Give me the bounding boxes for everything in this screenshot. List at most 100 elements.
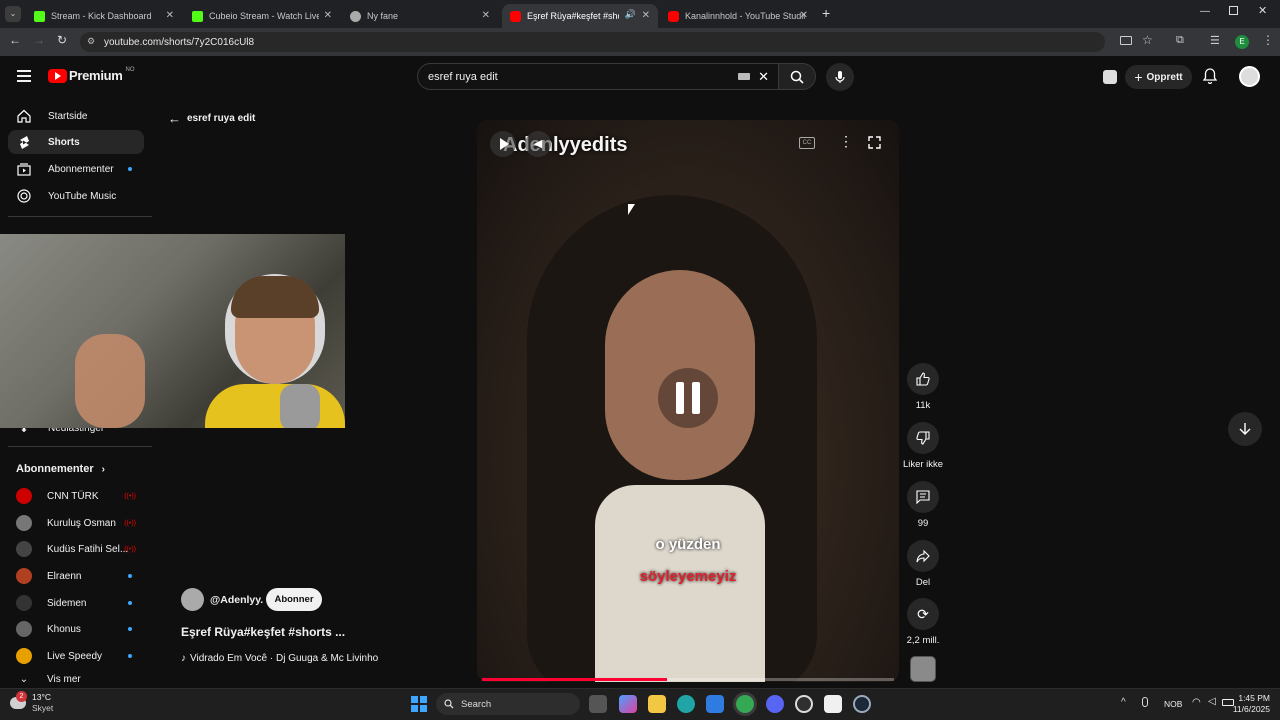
region-code: NO [125,66,135,73]
close-tab-icon[interactable]: ✕ [324,10,332,21]
back-to-search-link[interactable]: ← esref ruya edit [168,111,255,126]
dislike-button[interactable]: Liker ikke [897,422,949,470]
input-language[interactable]: NOB [1164,699,1182,709]
play-icon[interactable] [490,131,516,157]
subscription-item[interactable]: Live Speedy [16,645,144,667]
subscription-item[interactable]: Kuruluş Osman ((•)) [16,512,144,534]
short-video-player[interactable]: Adenlyyedits ◀ CC ⋮ o yüzden söyleyemeyi… [477,120,899,682]
capcut-icon[interactable] [824,695,842,713]
volume-icon[interactable]: ◀ [525,131,551,157]
windows-start-icon[interactable] [411,696,427,712]
search-input[interactable]: esref ruya edit ✕ [417,63,779,90]
sidebar-item-shorts[interactable]: Shorts [8,130,144,154]
voice-search-button[interactable] [826,63,854,91]
kick-icon [192,10,203,22]
restore-icon[interactable] [1229,6,1238,15]
tray-chevron-icon[interactable]: ^ [1121,697,1126,708]
progress-track[interactable] [482,678,894,681]
search-query: esref ruya edit [428,70,498,83]
weather-widget[interactable]: 2 13°C Skyet [10,691,53,714]
edge-icon[interactable] [677,695,695,713]
clear-search-icon[interactable]: ✕ [758,69,769,85]
site-info-icon[interactable]: ⚙ [87,36,95,47]
channel-name: Elraenn [47,570,82,582]
comment-icon [907,481,939,513]
subscription-item[interactable]: Khonus [16,618,144,640]
tab-youtube-studio[interactable]: Kanalinnhold - YouTube Studio ✕ [660,4,816,28]
chrome-icon[interactable] [736,695,754,713]
address-bar[interactable]: ⚙ youtube.com/shorts/7y2C016cUl8 [80,32,1105,52]
close-tab-icon[interactable]: ✕ [166,10,174,21]
profile-avatar[interactable]: E [1235,35,1249,49]
channel-handle[interactable]: @Adenlyy. [210,594,263,606]
close-tab-icon[interactable]: ✕ [800,10,808,21]
close-window-icon[interactable]: ✕ [1258,4,1267,17]
show-more-button[interactable]: ⌄ Vis mer [16,672,144,686]
keyboard-icon[interactable] [738,73,750,80]
reading-list-icon[interactable]: ☰ [1210,34,1220,47]
audio-playing-icon[interactable]: 🔊 [625,9,636,20]
create-button[interactable]: + Opprett [1125,65,1192,89]
share-button[interactable]: Del [907,540,939,588]
sidebar-item-home[interactable]: Startside [8,104,144,128]
subscribe-button[interactable]: Abonner [266,588,322,611]
subscription-item[interactable]: Elraenn [16,565,144,587]
back-arrow-icon[interactable]: ← [9,33,21,47]
close-tab-icon[interactable]: ✕ [482,10,490,21]
new-tab-icon[interactable]: + [822,5,830,21]
like-button[interactable]: 11k [907,363,939,411]
pause-icon[interactable] [658,368,718,428]
extensions-icon[interactable]: ⧉ [1176,34,1184,47]
browser-menu-icon[interactable]: ⋮ [1262,33,1274,47]
tab-kick-dashboard[interactable]: Stream - Kick Dashboard ✕ [26,4,182,28]
short-title[interactable]: Eşref Rüya#keşfet #shorts ... [181,625,345,639]
tab-youtube-short[interactable]: Eşref Rüya#keşfet #shorts 🔊 ✕ [502,4,658,28]
install-app-icon[interactable] [1120,36,1132,45]
sidebar-item-subscriptions[interactable]: Abonnementer [8,157,144,181]
steam-icon[interactable] [853,695,871,713]
subscription-item[interactable]: Sidemen [16,592,144,614]
minimize-icon[interactable]: — [1200,6,1210,17]
tab-search-button[interactable]: ⌄ [5,6,21,22]
channel-avatar[interactable] [181,588,204,611]
hamburger-menu-icon[interactable] [17,70,31,82]
subscriptions-heading[interactable]: Abonnementer › [16,463,105,475]
search-icon [444,699,454,709]
more-options-icon[interactable]: ⋮ [839,133,853,150]
captions-icon[interactable]: CC [799,137,815,149]
tab-new-tab[interactable]: Ny fane ✕ [342,4,498,28]
subscription-item[interactable]: CNN TÜRK ((•)) [16,485,144,507]
create-gif-icon[interactable] [1103,70,1117,84]
task-view-icon[interactable] [589,695,607,713]
short-music[interactable]: ♪ Vidrado Em Você · Dj Guuga & Mc Livinh… [181,653,378,664]
comments-button[interactable]: 99 [907,481,939,529]
obs-icon[interactable] [795,695,813,713]
notifications-bell-icon[interactable] [1202,68,1218,89]
next-short-button[interactable] [1228,412,1262,446]
search-button[interactable] [778,63,816,90]
tray-microphone-icon[interactable] [1142,697,1148,707]
fullscreen-icon[interactable] [868,136,881,149]
speaker-icon[interactable]: ◁ [1208,696,1216,707]
subscription-item[interactable]: Kudüs Fatihi Sel... ((•)) [16,538,144,560]
sidebar-item-youtube-music[interactable]: YouTube Music [8,184,144,208]
share-label: Del [915,577,931,588]
reload-icon[interactable]: ↻ [57,33,67,47]
forward-arrow-icon[interactable]: → [33,33,45,47]
copilot-icon[interactable] [619,695,637,713]
tab-cubeio-stream[interactable]: Cubeio Stream - Watch Live on ✕ [184,4,340,28]
microsoft-store-icon[interactable] [706,695,724,713]
sound-thumbnail[interactable] [910,656,936,682]
taskbar-clock[interactable]: 1:45 PM 11/6/2025 [1224,693,1270,715]
clock-time: 1:45 PM [1238,693,1270,703]
remix-button[interactable]: ⟳ 2,2 mill. [901,598,945,646]
taskbar-search-box[interactable]: Search [436,693,580,715]
youtube-logo[interactable]: Premium NO [48,66,135,83]
account-avatar[interactable] [1239,66,1260,87]
bookmark-star-icon[interactable]: ☆ [1142,33,1153,47]
close-tab-icon[interactable]: ✕ [642,10,650,21]
discord-icon[interactable] [766,695,784,713]
wifi-icon[interactable]: ◠ [1192,697,1201,708]
file-explorer-icon[interactable] [648,695,666,713]
channel-name: Live Speedy [47,650,103,662]
